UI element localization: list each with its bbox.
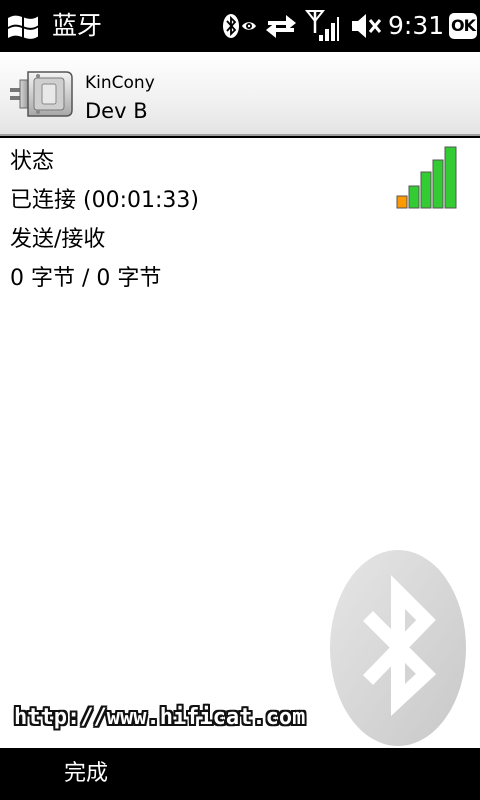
volume-muted-icon[interactable]: [350, 11, 382, 41]
serial-port-icon: [10, 71, 73, 117]
signal-strength-icon[interactable]: [305, 9, 339, 43]
softkey-bar: 完成: [0, 748, 480, 800]
data-sync-icon[interactable]: [264, 11, 298, 41]
screen: 蓝牙 9:31 OK KinCony Dev B 状态 已连接 (00:01:3…: [0, 0, 480, 800]
status-label: 状态: [10, 149, 55, 174]
status-bar: 蓝牙 9:31 OK: [0, 0, 480, 52]
signal-bars-icon: [396, 146, 457, 209]
clock[interactable]: 9:31: [388, 11, 444, 41]
traffic-value: 0 字节 / 0 字节: [10, 266, 162, 291]
device-header: KinCony Dev B: [0, 52, 480, 136]
ok-button[interactable]: OK: [449, 13, 477, 39]
windows-logo-icon[interactable]: [6, 12, 40, 42]
watermark-url: http://www.hificat.com: [14, 705, 306, 730]
status-value: 已连接 (00:01:33): [10, 188, 199, 213]
device-service-name: Dev B: [85, 99, 148, 123]
connection-details: 状态 已连接 (00:01:33) 发送/接收 0 字节 / 0 字节 http…: [0, 138, 480, 748]
traffic-label: 发送/接收: [10, 227, 106, 252]
app-title: 蓝牙: [52, 11, 103, 40]
bluetooth-logo-icon: [330, 550, 466, 746]
device-name: KinCony: [85, 73, 155, 93]
bluetooth-visible-icon[interactable]: [222, 12, 258, 40]
done-softkey[interactable]: 完成: [64, 760, 108, 788]
